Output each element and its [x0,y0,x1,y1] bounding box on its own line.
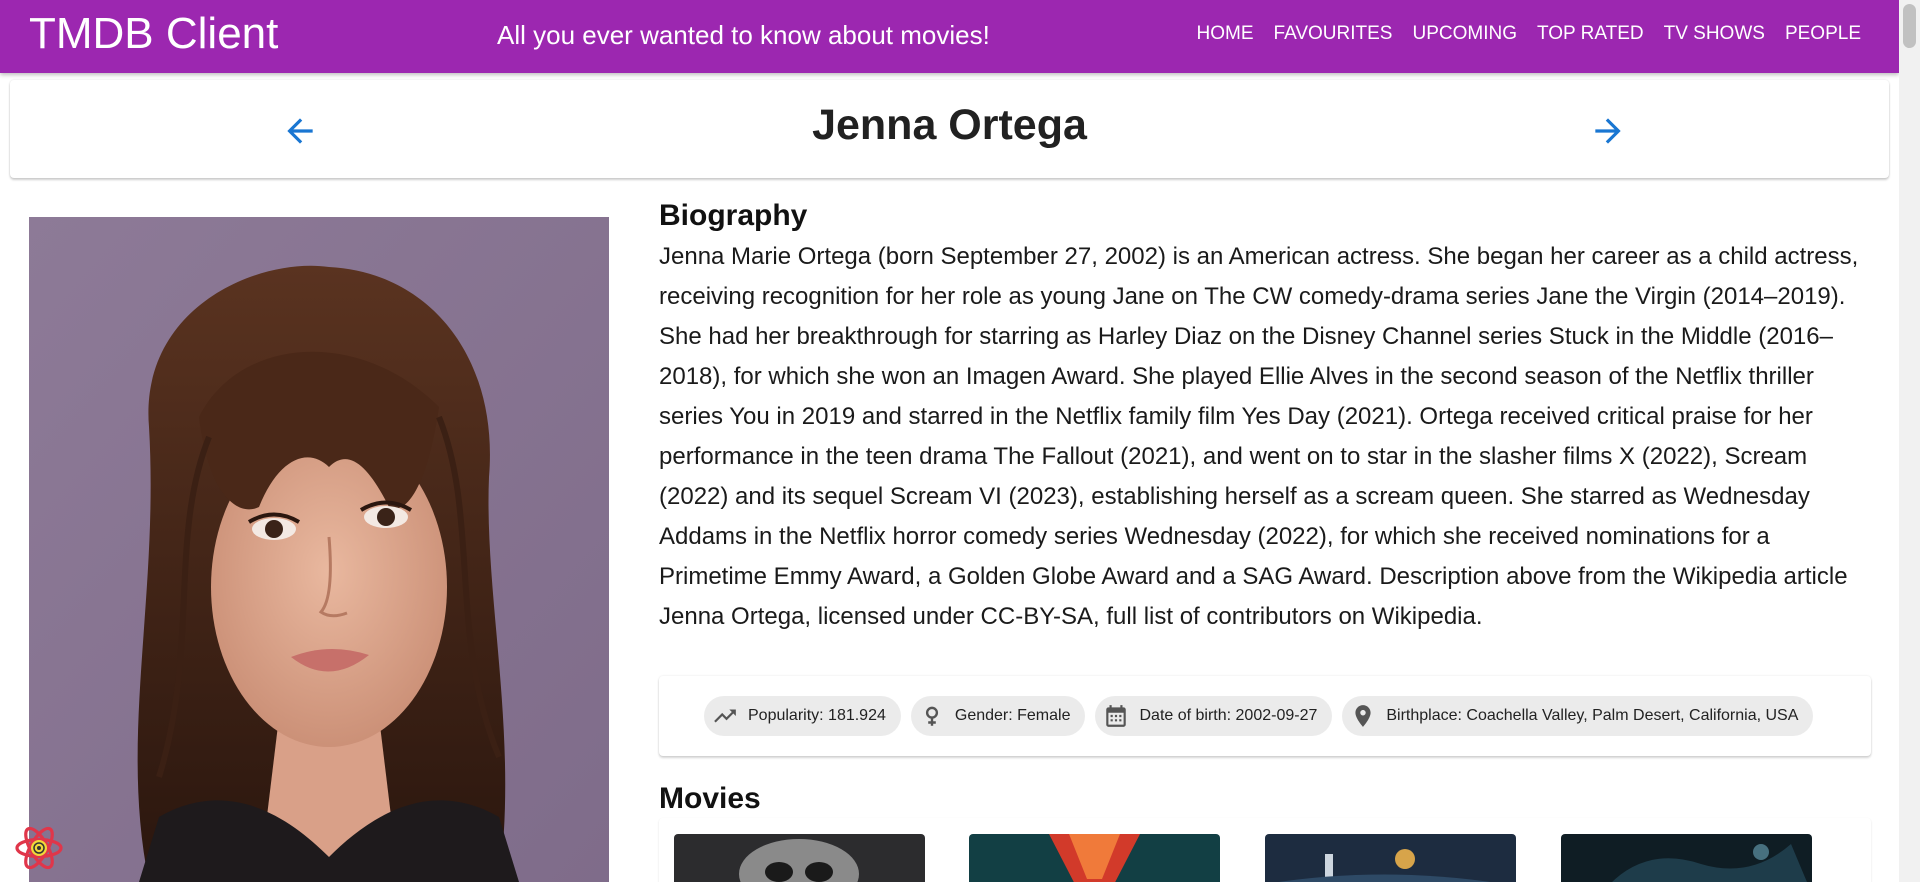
biography-text: Jenna Marie Ortega (born September 27, 2… [659,243,1859,630]
page-scrollbar[interactable] [1899,0,1920,882]
person-photo [29,217,609,882]
popularity-label: Popularity: 181.924 [748,707,886,724]
movie-poster[interactable] [1561,834,1812,882]
birthplace-label: Birthplace: Coachella Valley, Palm Deser… [1386,707,1799,724]
react-devtools-icon[interactable] [14,823,64,873]
birthplace-chip: Birthplace: Coachella Valley, Palm Deser… [1342,696,1814,736]
app-bar: TMDB Client All you ever wanted to know … [0,0,1899,73]
nav-tv-shows[interactable]: TV SHOWS [1654,20,1775,48]
biography-heading: Biography [659,199,808,232]
chip-list: Popularity: 181.924 Gender: Female Date … [704,696,1814,736]
arrow-forward-icon[interactable] [1589,112,1627,150]
nav-top-rated[interactable]: TOP RATED [1527,20,1654,48]
calendar-icon [1103,703,1129,729]
app-tagline: All you ever wanted to know about movies… [497,20,990,50]
nav-upcoming[interactable]: UPCOMING [1402,20,1527,48]
dob-chip: Date of birth: 2002-09-27 [1095,696,1333,736]
person-header: Jenna Ortega [10,80,1889,178]
nav-people[interactable]: PEOPLE [1775,20,1871,48]
scrollbar-thumb[interactable] [1903,4,1916,48]
movie-poster[interactable] [674,834,925,882]
popularity-chip: Popularity: 181.924 [704,696,901,736]
female-icon [919,703,945,729]
dob-label: Date of birth: 2002-09-27 [1139,707,1318,724]
gender-label: Gender: Female [954,707,1071,724]
movie-poster[interactable] [1265,834,1516,882]
location-pin-icon [1350,703,1376,729]
movies-heading: Movies [659,782,761,815]
movie-poster[interactable] [969,834,1220,882]
person-info-card: Popularity: 181.924 Gender: Female Date … [659,676,1871,756]
trending-up-icon [712,703,738,729]
main-nav: HOME FAVOURITES UPCOMING TOP RATED TV SH… [1187,20,1871,48]
gender-chip: Gender: Female [910,696,1086,736]
nav-favourites[interactable]: FAVOURITES [1264,20,1403,48]
app-title[interactable]: TMDB Client [29,9,278,59]
nav-home[interactable]: HOME [1187,20,1264,48]
